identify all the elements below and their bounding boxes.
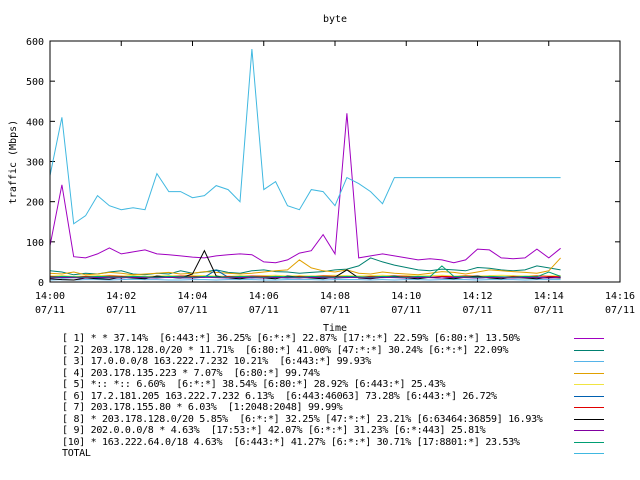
legend-entry: [ 8] * 203.178.128.0/20 5.85% [6:*:*] 32… [0, 414, 640, 425]
x-tick-time: 14:08 [320, 291, 350, 302]
x-tick-date: 07/11 [106, 305, 136, 316]
legend-entry: [ 6] 17.2.181.205 163.222.7.232 6.13% [6… [0, 391, 640, 402]
y-tick-label: 500 [26, 77, 44, 88]
x-tick-time: 14:14 [534, 291, 564, 302]
legend-label: [ 6] 17.2.181.205 163.222.7.232 6.13% [6… [62, 390, 497, 402]
chart-title: byte [323, 14, 347, 25]
y-tick-label: 400 [26, 117, 44, 128]
legend-swatch [574, 441, 604, 443]
legend-entry: [ 5] *:: *:: 6.60% [6:*:*] 38.54% [6:80:… [0, 379, 640, 390]
legend-swatch [574, 418, 604, 420]
y-tick-label: 300 [26, 158, 44, 169]
x-tick-date: 07/11 [177, 305, 207, 316]
x-tick-date: 07/11 [249, 305, 279, 316]
x-tick-time: 14:00 [35, 291, 65, 302]
x-tick-date: 07/11 [534, 305, 564, 316]
x-tick-time: 14:12 [462, 291, 492, 302]
legend-label: [ 9] 202.0.0.0/8 * 4.63% [17:53:*] 42.07… [62, 425, 486, 436]
x-tick-date: 07/11 [462, 305, 492, 316]
y-axis-label: traffic (Mbps) [8, 120, 19, 204]
y-tick-label: 600 [26, 37, 44, 48]
legend-label: [ 8] * 203.178.128.0/20 5.85% [6:*:*] 32… [62, 413, 543, 425]
x-tick-time: 14:16 [605, 291, 635, 302]
y-tick-label: 200 [26, 198, 44, 209]
series-line [49, 113, 561, 264]
legend-entry: [ 1] * * 37.14% [6:443:*] 36.25% [6:*:*]… [0, 333, 640, 344]
legend-swatch [574, 407, 604, 408]
x-tick-time: 14:04 [177, 291, 207, 302]
x-tick-time: 14:06 [249, 291, 279, 302]
legend-entry: [ 7] 203.178.155.80 * 6.03% [1:2048:2048… [0, 402, 640, 413]
x-tick-time: 14:02 [106, 291, 136, 302]
x-tick-date: 07/11 [391, 305, 421, 316]
legend-swatch [574, 453, 604, 454]
legend-label: [ 5] *:: *:: 6.60% [6:*:*] 38.54% [6:80:… [62, 379, 446, 390]
legend-swatch [574, 395, 604, 397]
legend-label: TOTAL [62, 448, 91, 459]
legend-entry: TOTAL [0, 448, 640, 459]
series-line [49, 278, 561, 281]
y-tick-label: 0 [38, 278, 44, 289]
legend-label: [ 3] 17.0.0.0/8 163.222.7.232 10.21% [6:… [62, 356, 371, 367]
series-lines [49, 48, 561, 281]
legend-entry: [ 3] 17.0.0.0/8 163.222.7.232 10.21% [6:… [0, 356, 640, 367]
x-tick-date: 07/11 [320, 305, 350, 316]
legend-swatch [574, 372, 604, 374]
legend-label: [ 4] 203.178.135.223 * 7.07% [6:80:*] 99… [62, 367, 320, 379]
x-tick-date: 07/11 [35, 305, 65, 316]
legend-entry: [ 9] 202.0.0.0/8 * 4.63% [17:53:*] 42.07… [0, 425, 640, 436]
legend-entry: [ 4] 203.178.135.223 * 7.07% [6:80:*] 99… [0, 368, 640, 379]
legend-label: [ 2] 203.178.128.0/20 * 11.71% [6:80:*] … [62, 344, 509, 356]
legend-label: [ 1] * * 37.14% [6:443:*] 36.25% [6:*:*]… [62, 333, 520, 344]
y-tick-label: 100 [26, 238, 44, 249]
legend-entry: [ 2] 203.178.128.0/20 * 11.71% [6:80:*] … [0, 345, 640, 356]
legend-swatch [574, 361, 604, 362]
legend-swatch [574, 338, 604, 339]
legend-label: [10] * 163.222.64.0/18 4.63% [6:443:*] 4… [62, 436, 520, 448]
series-line [49, 48, 561, 225]
series-line [49, 257, 561, 276]
legend-swatch [574, 430, 604, 431]
x-tick-date: 07/11 [605, 305, 635, 316]
legend-label: [ 7] 203.178.155.80 * 6.03% [1:2048:2048… [62, 402, 343, 413]
plot-frame [49, 40, 621, 283]
legend-swatch [574, 349, 604, 351]
legend-entry: [10] * 163.222.64.0/18 4.63% [6:443:*] 4… [0, 437, 640, 448]
legend-swatch [574, 384, 604, 385]
x-tick-time: 14:10 [391, 291, 421, 302]
